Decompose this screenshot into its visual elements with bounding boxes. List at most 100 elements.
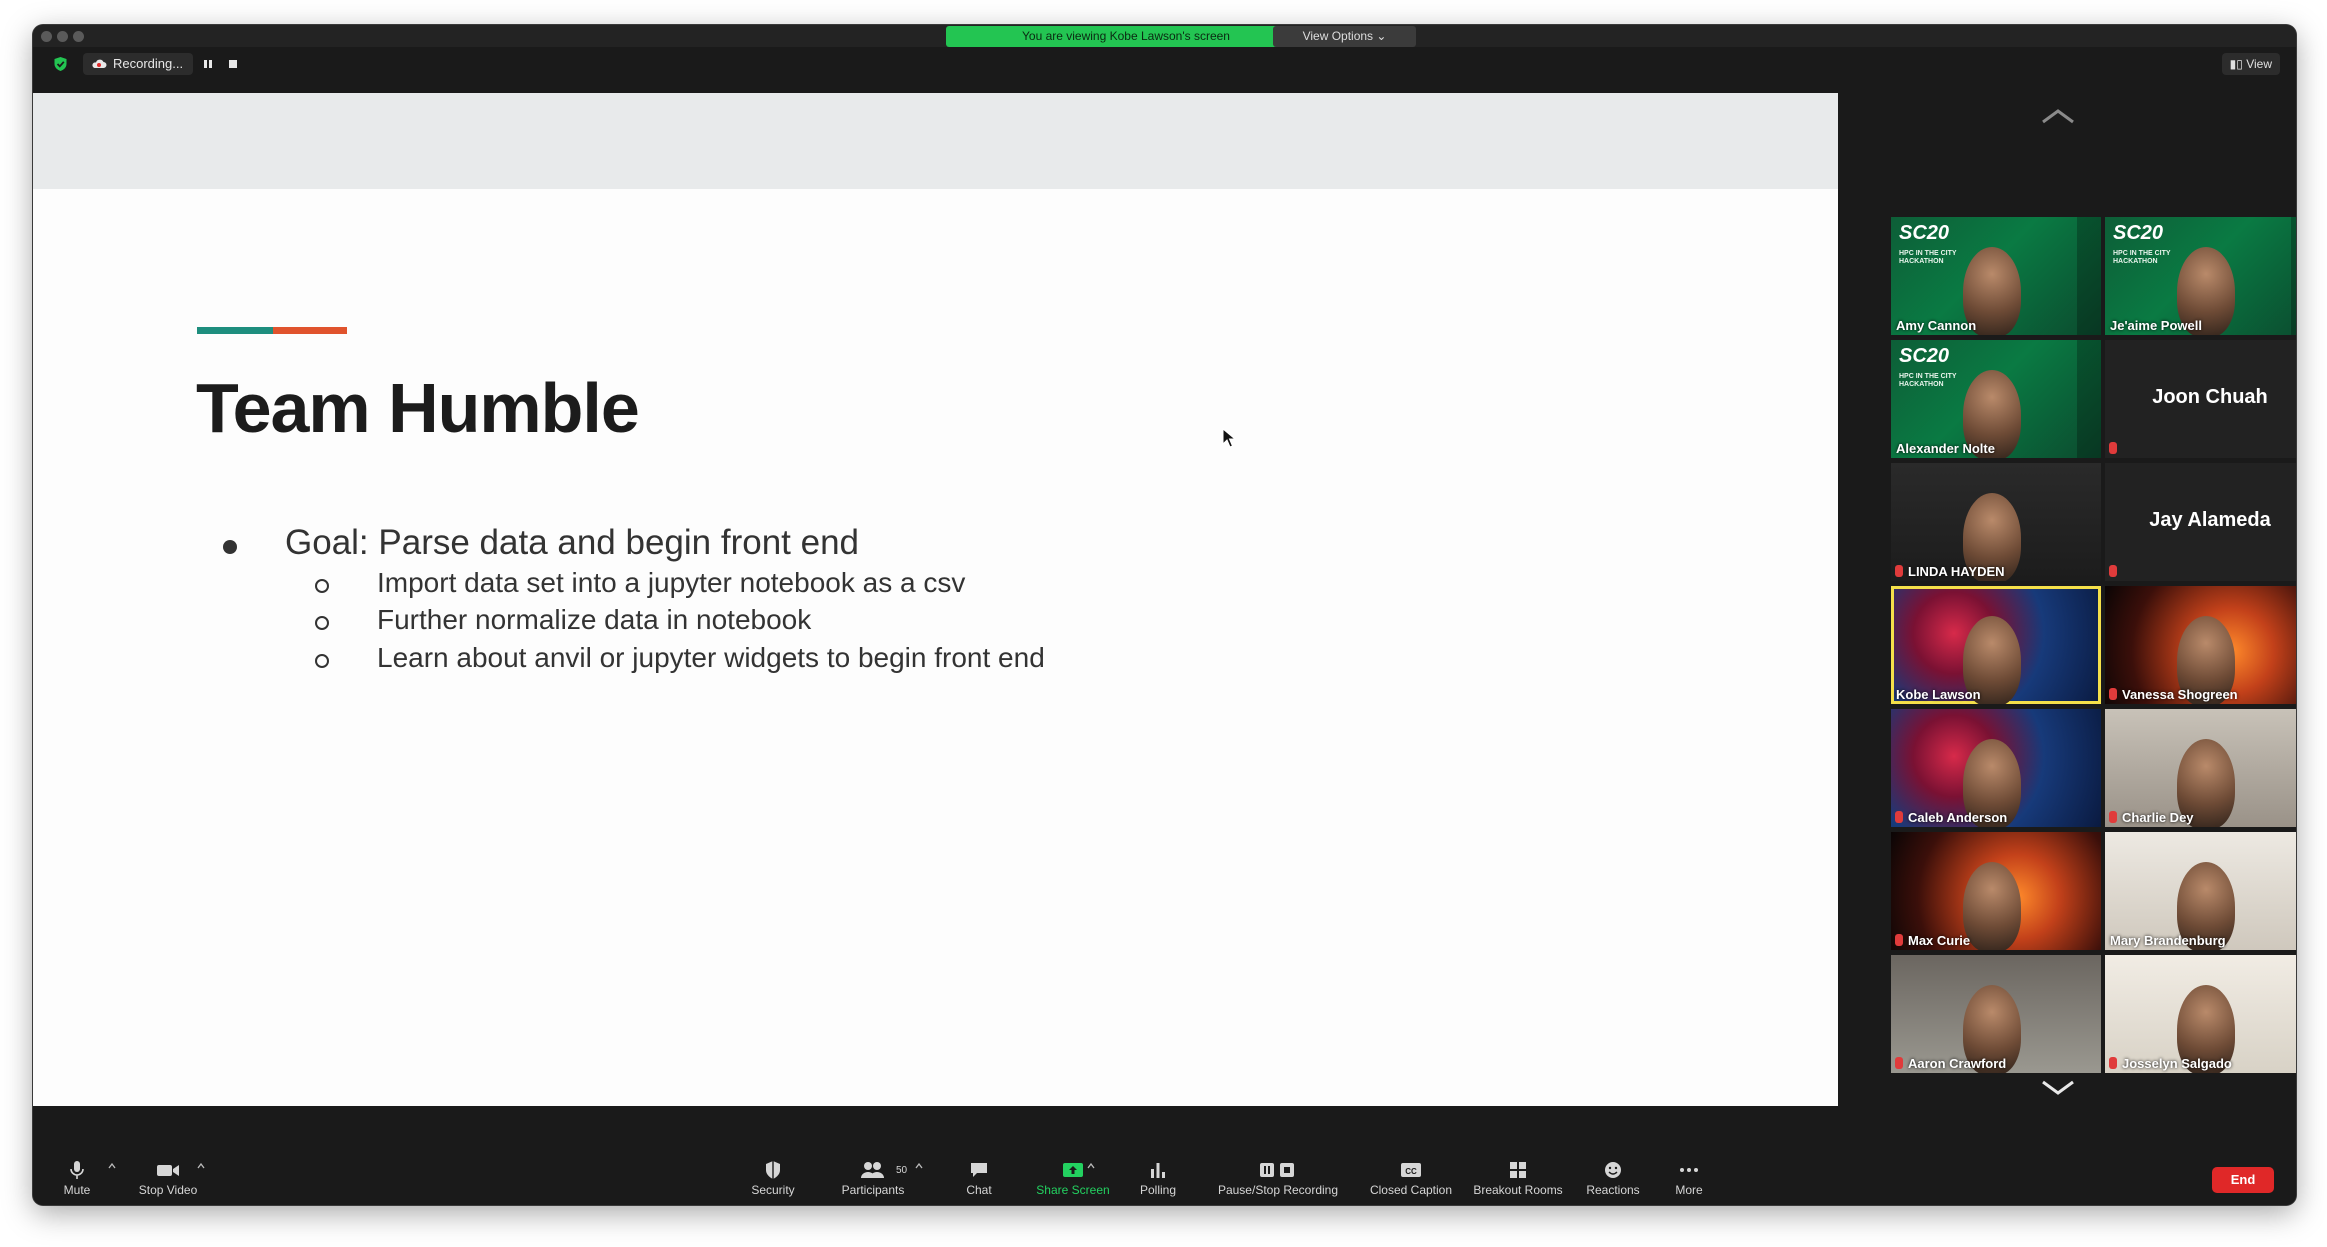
sc20-subtitle: HPC IN THE CITY HACKATHON xyxy=(2113,250,2171,265)
sc20-logo: SC20 xyxy=(1899,222,1950,244)
microphone-icon xyxy=(70,1161,84,1179)
participant-gallery: SC20 HPC IN THE CITY HACKATHON Amy Cannon S… xyxy=(1839,93,2296,1106)
sc20-sponsor-strip xyxy=(2077,340,2101,458)
sub-bullet-ring xyxy=(315,579,329,593)
svg-text:CC: CC xyxy=(1405,1167,1417,1176)
recording-indicator: Recording... xyxy=(83,53,194,75)
breakout-rooms-grid-icon xyxy=(1510,1162,1526,1178)
participant-name: Amy Cannon xyxy=(1896,318,1977,333)
participant-tile[interactable]: Mary Brandenburg xyxy=(2105,832,2296,950)
bullet-dot xyxy=(223,540,237,554)
sc20-logo: SC20 xyxy=(2113,222,2164,244)
video-camera-icon xyxy=(157,1165,179,1176)
view-icon: ▮▯ xyxy=(2229,57,2247,71)
muted-mic-icon xyxy=(2109,1057,2117,1069)
muted-mic-icon xyxy=(1895,565,1903,577)
slide-title: Team Humble xyxy=(196,369,640,447)
participant-tile[interactable]: SC20 HPC IN THE CITY HACKATHON Alexander N… xyxy=(1891,340,2101,458)
participant-name: Aaron Crawford xyxy=(1908,1056,2007,1071)
participant-tile[interactable]: Vanessa Shogreen xyxy=(2105,586,2296,704)
share-screen-label: Share Screen xyxy=(1036,1183,1110,1197)
recording-label: Recording... xyxy=(113,56,184,71)
participant-name: Charlie Dey xyxy=(2122,810,2194,825)
participant-tile[interactable]: Caleb Anderson xyxy=(1891,709,2101,827)
gallery-scroll-down-icon[interactable] xyxy=(2039,1078,2077,1098)
polling-button[interactable]: Polling xyxy=(1133,1159,1183,1197)
zoom-window: You are viewing Kobe Lawson's screen Vie… xyxy=(33,25,2296,1205)
participant-tile[interactable]: Max Curie xyxy=(1891,832,2101,950)
more-button[interactable]: More xyxy=(1669,1159,1709,1197)
participant-video-figure xyxy=(1963,862,2021,950)
gallery-scroll-up-icon[interactable] xyxy=(2039,106,2077,126)
reactions-label: Reactions xyxy=(1586,1183,1640,1197)
participants-icon xyxy=(861,1162,884,1178)
participant-name: Je'aime Powell xyxy=(2110,318,2202,333)
share-screen-button[interactable]: Share Screen xyxy=(1033,1159,1113,1197)
title-accent-teal xyxy=(197,327,273,334)
view-options-dropdown[interactable]: View Options ⌄ xyxy=(1273,26,1416,47)
zoom-window-button[interactable] xyxy=(73,31,84,42)
participant-tile[interactable]: Joon Chuah xyxy=(2105,340,2296,458)
participant-tile[interactable]: LINDA HAYDEN xyxy=(1891,463,2101,581)
polling-label: Polling xyxy=(1139,1183,1177,1197)
participants-count: 50 xyxy=(896,1165,908,1176)
participant-name: LINDA HAYDEN xyxy=(1908,564,2005,579)
title-accent-orange xyxy=(273,327,347,334)
participant-tile[interactable]: SC20 HPC IN THE CITY HACKATHON Je'aime Pow… xyxy=(2105,217,2296,335)
participants-label: Participants xyxy=(841,1183,905,1197)
muted-mic-icon xyxy=(2109,811,2117,823)
meeting-toolbar: Mute Stop Video Security Participants 50… xyxy=(33,1157,2296,1205)
muted-mic-icon xyxy=(1895,811,1903,823)
audio-options-caret-icon[interactable] xyxy=(108,1163,116,1169)
security-shield-icon xyxy=(766,1161,780,1179)
closed-caption-button[interactable]: CC Closed Caption xyxy=(1361,1159,1461,1197)
chat-button[interactable]: Chat xyxy=(959,1159,999,1197)
encryption-shield-icon[interactable] xyxy=(53,56,68,72)
pause-recording-icon[interactable] xyxy=(201,57,215,71)
stop-recording-icon[interactable] xyxy=(226,57,240,71)
title-bar: You are viewing Kobe Lawson's screen Vie… xyxy=(33,25,2296,47)
participant-name: Caleb Anderson xyxy=(1908,810,2008,825)
sub-bullet-ring xyxy=(315,616,329,630)
sub-bullet-text: Further normalize data in notebook xyxy=(377,604,812,635)
breakout-rooms-button[interactable]: Breakout Rooms xyxy=(1468,1159,1568,1197)
share-banner-text: You are viewing Kobe Lawson's screen xyxy=(1022,29,1230,43)
participant-tile[interactable]: Aaron Crawford xyxy=(1891,955,2101,1073)
participant-tile[interactable]: Josselyn Salgado xyxy=(2105,955,2296,1073)
participant-tile[interactable]: Charlie Dey xyxy=(2105,709,2296,827)
mute-button[interactable]: Mute xyxy=(52,1159,102,1197)
pause-stop-recording-button[interactable]: Pause/Stop Recording xyxy=(1213,1159,1343,1197)
participant-name-placeholder: Joon Chuah xyxy=(2152,386,2268,408)
end-meeting-button[interactable]: End xyxy=(2212,1167,2274,1193)
sc20-sponsor-strip xyxy=(2077,217,2101,335)
stop-video-button[interactable]: Stop Video xyxy=(133,1159,203,1197)
muted-mic-icon xyxy=(2109,442,2117,454)
more-dots-icon xyxy=(1680,1168,1698,1172)
close-window-button[interactable] xyxy=(41,31,52,42)
mute-label: Mute xyxy=(63,1183,91,1197)
sc20-logo: SC20 xyxy=(1899,345,1950,367)
participants-options-caret-icon[interactable] xyxy=(915,1163,923,1169)
video-options-caret-icon[interactable] xyxy=(197,1163,205,1169)
sub-bullet-text: Import data set into a jupyter notebook … xyxy=(377,567,966,598)
stop-video-label: Stop Video xyxy=(138,1183,198,1197)
participant-tile[interactable]: Jay Alameda xyxy=(2105,463,2296,581)
participant-tile[interactable]: SC20 HPC IN THE CITY HACKATHON Amy Cannon xyxy=(1891,217,2101,335)
chat-label: Chat xyxy=(966,1183,992,1197)
pause-stop-recording-icon xyxy=(1260,1163,1294,1177)
chat-bubble-icon xyxy=(971,1163,987,1177)
participant-name: Kobe Lawson xyxy=(1896,687,1981,702)
bullet-text: Goal: Parse data and begin front end xyxy=(285,523,860,562)
security-button[interactable]: Security xyxy=(743,1159,803,1197)
participant-tile[interactable]: Kobe Lawson xyxy=(1891,586,2101,704)
more-label: More xyxy=(1675,1183,1703,1197)
participant-name: Max Curie xyxy=(1908,933,1971,948)
muted-mic-icon xyxy=(1895,1057,1903,1069)
reactions-button[interactable]: Reactions xyxy=(1581,1159,1645,1197)
minimize-window-button[interactable] xyxy=(57,31,68,42)
participant-name: Josselyn Salgado xyxy=(2122,1056,2232,1071)
sub-bullet-text: Learn about anvil or jupyter widgets to … xyxy=(377,642,1045,673)
share-options-caret-icon[interactable] xyxy=(1087,1163,1095,1169)
view-button[interactable]: ▮▯ View xyxy=(2221,53,2280,75)
closed-caption-icon: CC xyxy=(1401,1163,1421,1177)
